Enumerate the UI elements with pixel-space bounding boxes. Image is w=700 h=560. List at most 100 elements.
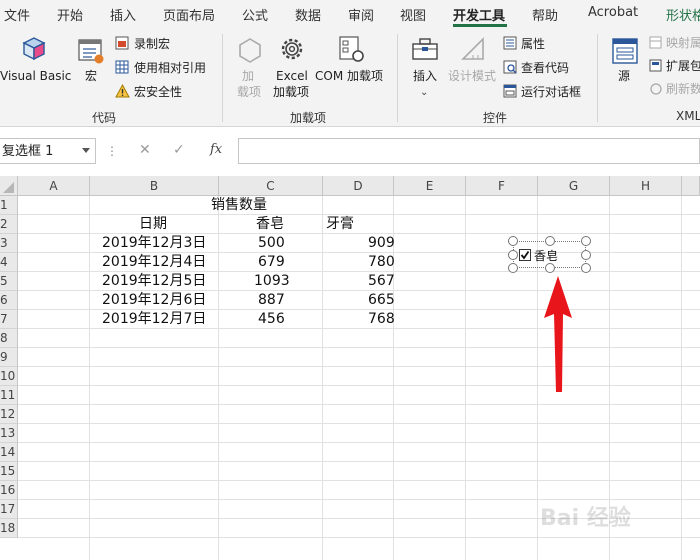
- ribbon: Visual Basic 宏 录制宏 使用相对引用 宏安全性 代码 加 载项 E…: [0, 28, 700, 127]
- resize-handle-top-left[interactable]: [508, 236, 518, 246]
- formula-bar: 复选框 1 ⋮ ✕ ✓ fx: [0, 137, 700, 167]
- column-header-partial[interactable]: [682, 176, 700, 196]
- macros-icon: [78, 39, 104, 64]
- row-header-14[interactable]: 14: [0, 443, 18, 462]
- resize-handle-top[interactable]: [545, 236, 555, 246]
- resize-handle-bottom-right[interactable]: [581, 263, 591, 273]
- column-header-b[interactable]: B: [90, 176, 219, 196]
- cell-b7[interactable]: 2019年12月7日: [102, 310, 206, 329]
- addins-label-1: 加: [242, 69, 255, 83]
- more-options-icon[interactable]: ⋮: [106, 144, 118, 158]
- tab-view[interactable]: 视图: [400, 5, 426, 24]
- row-gridline: [18, 214, 700, 215]
- cell-d5[interactable]: 567: [368, 272, 395, 291]
- column-header-d[interactable]: D: [323, 176, 394, 196]
- tab-data[interactable]: 数据: [295, 5, 321, 24]
- row-header-15[interactable]: 15: [0, 462, 18, 481]
- tab-help[interactable]: 帮助: [532, 5, 558, 24]
- excel-addins-label-2: 加载项: [273, 85, 310, 99]
- checkbox-label[interactable]: 香皂: [534, 247, 558, 264]
- resize-handle-bottom-left[interactable]: [508, 263, 518, 273]
- resize-handle-bottom[interactable]: [545, 263, 555, 273]
- row-header-9[interactable]: 9: [0, 348, 18, 367]
- column-header-g[interactable]: G: [538, 176, 610, 196]
- column-header-e[interactable]: E: [394, 176, 466, 196]
- tab-acrobat[interactable]: Acrobat: [588, 5, 638, 20]
- row-header-2[interactable]: 2: [0, 215, 18, 234]
- cell-d4[interactable]: 780: [368, 253, 395, 272]
- row-header-8[interactable]: 8: [0, 329, 18, 348]
- cell-b2-header[interactable]: 日期: [139, 215, 167, 234]
- column-header-h[interactable]: H: [610, 176, 682, 196]
- row-header-1[interactable]: 1: [0, 196, 18, 215]
- checkmark-icon: [520, 250, 530, 260]
- addins-icon: [239, 38, 261, 63]
- row-header-4[interactable]: 4: [0, 253, 18, 272]
- column-gridline: [89, 196, 90, 560]
- formula-input[interactable]: [238, 138, 700, 164]
- cell-c5[interactable]: 1093: [254, 272, 290, 291]
- cell-c7[interactable]: 456: [258, 310, 285, 329]
- cell-c6[interactable]: 887: [258, 291, 285, 310]
- row-gridline: [18, 404, 700, 405]
- column-header-c[interactable]: C: [219, 176, 323, 196]
- cell-d2-header[interactable]: 牙膏: [326, 215, 354, 234]
- row-header-17[interactable]: 17: [0, 500, 18, 519]
- design-mode-icon: [461, 37, 484, 60]
- cell-d6[interactable]: 665: [368, 291, 395, 310]
- row-header-10[interactable]: 10: [0, 367, 18, 386]
- name-box-dropdown-icon[interactable]: [82, 148, 90, 153]
- group-label-controls: 控件: [483, 111, 508, 125]
- cell-c3[interactable]: 500: [258, 234, 285, 253]
- cell-d3[interactable]: 909: [368, 234, 395, 253]
- tab-formulas[interactable]: 公式: [242, 5, 268, 24]
- cell-b6[interactable]: 2019年12月6日: [102, 291, 206, 310]
- design-mode-label: 设计模式: [448, 69, 497, 83]
- row-header-18[interactable]: 18: [0, 519, 18, 538]
- run-dialog-icon: [503, 84, 517, 98]
- column-header-a[interactable]: A: [18, 176, 90, 196]
- row-header-7[interactable]: 7: [0, 310, 18, 329]
- cell-b4[interactable]: 2019年12月4日: [102, 253, 206, 272]
- toolbox-icon: [412, 38, 438, 60]
- column-gridline: [681, 196, 682, 560]
- tab-shape-format[interactable]: 形状格: [666, 5, 700, 24]
- cell-c2-header[interactable]: 香皂: [256, 215, 284, 234]
- cell-d7[interactable]: 768: [368, 310, 395, 329]
- column-header-f[interactable]: F: [466, 176, 538, 196]
- tab-review[interactable]: 审阅: [348, 5, 374, 24]
- run-dialog-label: 运行对话框: [521, 85, 582, 99]
- row-gridline: [18, 423, 700, 424]
- column-gridline: [465, 196, 466, 560]
- insert-function-icon[interactable]: fx: [210, 142, 222, 157]
- row-header-11[interactable]: 11: [0, 386, 18, 405]
- tab-insert[interactable]: 插入: [110, 5, 136, 24]
- enter-icon[interactable]: ✓: [173, 142, 185, 158]
- tab-home[interactable]: 开始: [57, 5, 83, 24]
- resize-handle-top-right[interactable]: [581, 236, 591, 246]
- tab-developer[interactable]: 开发工具: [453, 5, 505, 24]
- cancel-icon[interactable]: ✕: [139, 142, 151, 158]
- tab-page-layout[interactable]: 页面布局: [163, 5, 215, 24]
- column-gridline: [322, 196, 323, 560]
- row-header-5[interactable]: 5: [0, 272, 18, 291]
- ribbon-tab-bar: 文件 开始 插入 页面布局 公式 数据 审阅 视图 开发工具 帮助 Acroba…: [0, 0, 700, 28]
- cell-b3[interactable]: 2019年12月3日: [102, 234, 206, 253]
- resize-handle-left[interactable]: [508, 250, 518, 260]
- cell-c1-title[interactable]: 销售数量: [211, 196, 267, 215]
- resize-handle-right[interactable]: [581, 250, 591, 260]
- row-header-13[interactable]: 13: [0, 424, 18, 443]
- row-header-3[interactable]: 3: [0, 234, 18, 253]
- checkbox[interactable]: [519, 249, 531, 261]
- excel-addins-label-1: Excel: [276, 69, 308, 83]
- cell-c4[interactable]: 679: [258, 253, 285, 272]
- tab-file[interactable]: 文件: [4, 5, 30, 24]
- ribbon-separator: [597, 34, 598, 122]
- column-gridline: [218, 196, 219, 560]
- macros-label: 宏: [85, 69, 98, 83]
- select-all-corner[interactable]: [0, 176, 18, 196]
- row-header-6[interactable]: 6: [0, 291, 18, 310]
- cell-b5[interactable]: 2019年12月5日: [102, 272, 206, 291]
- row-header-12[interactable]: 12: [0, 405, 18, 424]
- row-header-16[interactable]: 16: [0, 481, 18, 500]
